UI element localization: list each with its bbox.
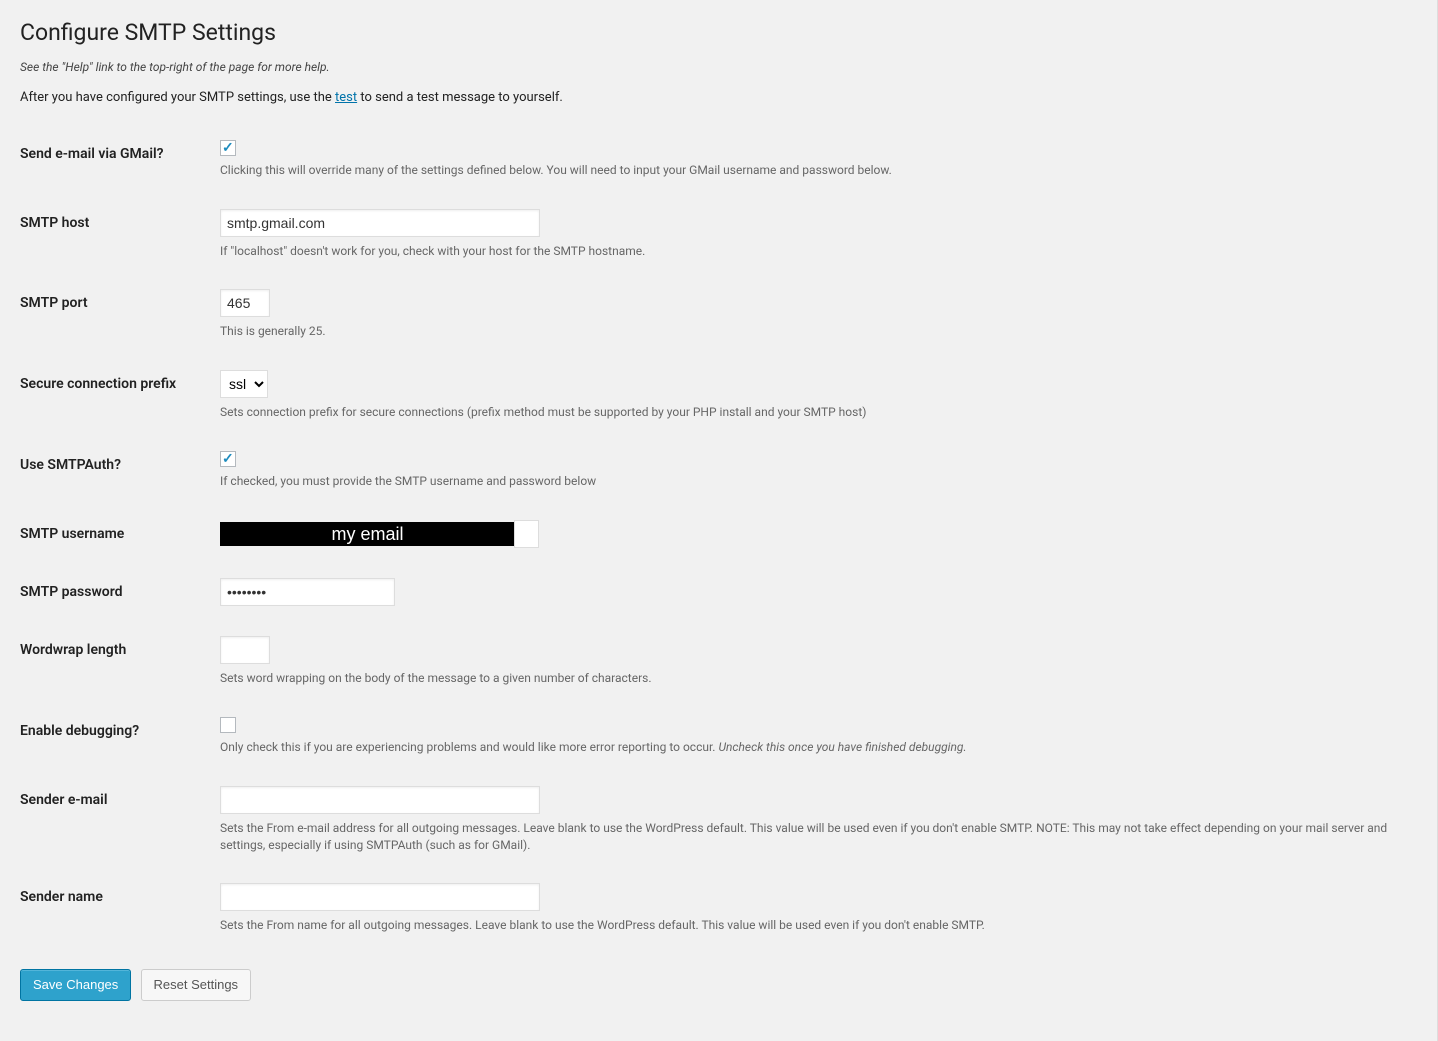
row-password: SMTP password <box>20 563 1417 621</box>
smtp-host-input[interactable] <box>220 209 540 237</box>
gmail-checkbox[interactable] <box>220 140 236 156</box>
label-sender-name: Sender name <box>20 868 220 949</box>
wordwrap-input[interactable] <box>220 636 270 664</box>
label-gmail: Send e-mail via GMail? <box>20 125 220 194</box>
desc-sender-name: Sets the From name for all outgoing mess… <box>220 917 1407 934</box>
sender-email-input[interactable] <box>220 786 540 814</box>
label-password: SMTP password <box>20 563 220 621</box>
label-username: SMTP username <box>20 505 220 563</box>
reset-button[interactable]: Reset Settings <box>141 969 252 1001</box>
label-port: SMTP port <box>20 274 220 355</box>
test-link[interactable]: test <box>335 90 357 105</box>
intro-after: to send a test message to yourself. <box>357 90 563 105</box>
desc-debug: Only check this if you are experiencing … <box>220 739 1407 756</box>
label-wordwrap: Wordwrap length <box>20 621 220 702</box>
row-smtpauth: Use SMTPAuth? If checked, you must provi… <box>20 436 1417 505</box>
desc-debug-em: Uncheck this once you have finished debu… <box>718 740 966 754</box>
row-sender-email: Sender e-mail Sets the From e-mail addre… <box>20 771 1417 869</box>
desc-port: This is generally 25. <box>220 323 1407 340</box>
label-secure: Secure connection prefix <box>20 355 220 436</box>
smtp-port-input[interactable] <box>220 289 270 317</box>
sender-name-input[interactable] <box>220 883 540 911</box>
smtpauth-checkbox[interactable] <box>220 451 236 467</box>
label-sender-email: Sender e-mail <box>20 771 220 869</box>
page-title: Configure SMTP Settings <box>20 18 1417 48</box>
desc-smtpauth: If checked, you must provide the SMTP us… <box>220 473 1407 490</box>
desc-gmail: Clicking this will override many of the … <box>220 162 1407 179</box>
save-button[interactable]: Save Changes <box>20 969 131 1001</box>
secure-prefix-select[interactable]: ssl <box>220 370 268 398</box>
smtp-password-input[interactable] <box>220 578 395 606</box>
intro-before: After you have configured your SMTP sett… <box>20 90 335 105</box>
desc-secure: Sets connection prefix for secure connec… <box>220 404 1407 421</box>
desc-host: If "localhost" doesn't work for you, che… <box>220 243 1407 260</box>
label-smtpauth: Use SMTPAuth? <box>20 436 220 505</box>
settings-page: Configure SMTP Settings See the "Help" l… <box>0 0 1438 1041</box>
row-wordwrap: Wordwrap length Sets word wrapping on th… <box>20 621 1417 702</box>
desc-debug-main: Only check this if you are experiencing … <box>220 740 718 754</box>
username-input-fragment[interactable] <box>514 520 539 548</box>
help-note: See the "Help" link to the top-right of … <box>20 60 1417 74</box>
row-host: SMTP host If "localhost" doesn't work fo… <box>20 194 1417 275</box>
debug-checkbox[interactable] <box>220 717 236 733</box>
settings-form-table: Send e-mail via GMail? Clicking this wil… <box>20 125 1417 949</box>
row-port: SMTP port This is generally 25. <box>20 274 1417 355</box>
desc-sender-email: Sets the From e-mail address for all out… <box>220 820 1407 854</box>
username-redacted: my email <box>220 522 515 546</box>
label-host: SMTP host <box>20 194 220 275</box>
label-debug: Enable debugging? <box>20 702 220 771</box>
row-username: SMTP username my email <box>20 505 1417 563</box>
submit-row: Save Changes Reset Settings <box>20 969 1417 1001</box>
desc-wordwrap: Sets word wrapping on the body of the me… <box>220 670 1407 687</box>
row-secure: Secure connection prefix ssl Sets connec… <box>20 355 1417 436</box>
row-sender-name: Sender name Sets the From name for all o… <box>20 868 1417 949</box>
row-debug: Enable debugging? Only check this if you… <box>20 702 1417 771</box>
row-gmail: Send e-mail via GMail? Clicking this wil… <box>20 125 1417 194</box>
intro-text: After you have configured your SMTP sett… <box>20 90 1417 105</box>
